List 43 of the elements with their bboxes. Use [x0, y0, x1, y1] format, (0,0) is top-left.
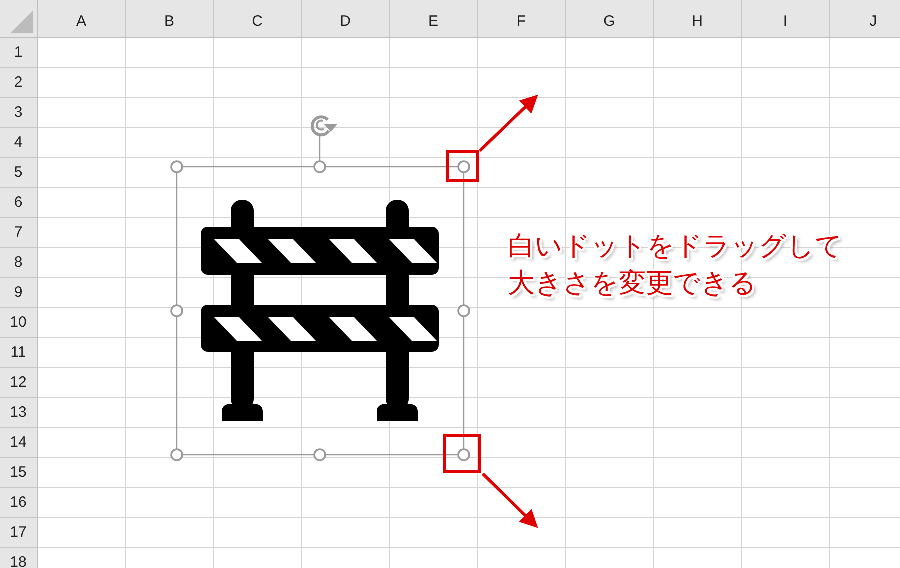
- column-header[interactable]: A: [38, 0, 126, 38]
- row-header[interactable]: 13: [0, 398, 38, 428]
- column-header[interactable]: B: [126, 0, 214, 38]
- row-header[interactable]: 8: [0, 248, 38, 278]
- row-header[interactable]: 5: [0, 158, 38, 188]
- resize-handle[interactable]: [170, 448, 184, 462]
- resize-handle[interactable]: [458, 448, 470, 462]
- resize-handle[interactable]: [458, 160, 470, 174]
- row-header[interactable]: 6: [0, 188, 38, 218]
- resize-handle[interactable]: [314, 160, 326, 174]
- row-header[interactable]: 7: [0, 218, 38, 248]
- callout-text: 白いドットをドラッグして大きさを変更できる: [508, 230, 844, 301]
- row-header[interactable]: 9: [0, 278, 38, 308]
- column-header[interactable]: H: [654, 0, 742, 38]
- column-header[interactable]: C: [214, 0, 302, 38]
- resize-handle[interactable]: [458, 304, 470, 318]
- column-header[interactable]: I: [742, 0, 830, 38]
- row-header[interactable]: 11: [0, 338, 38, 368]
- column-header[interactable]: D: [302, 0, 390, 38]
- row-header[interactable]: 18: [0, 548, 38, 568]
- row-header[interactable]: 15: [0, 458, 38, 488]
- column-header[interactable]: F: [478, 0, 566, 38]
- row-header[interactable]: 3: [0, 98, 38, 128]
- column-header[interactable]: G: [566, 0, 654, 38]
- row-header[interactable]: 10: [0, 308, 38, 338]
- row-header[interactable]: 14: [0, 428, 38, 458]
- row-header[interactable]: 4: [0, 128, 38, 158]
- highlight-frame: [446, 150, 480, 182]
- column-header[interactable]: J: [830, 0, 900, 38]
- arrow: [482, 472, 538, 528]
- resize-handle[interactable]: [170, 160, 184, 174]
- barricade-icon: [201, 200, 439, 421]
- rotate-handle-icon[interactable]: [310, 116, 338, 137]
- row-header[interactable]: 1: [0, 38, 38, 68]
- row-header[interactable]: 2: [0, 68, 38, 98]
- row-header[interactable]: 16: [0, 488, 38, 518]
- highlight-frame: [444, 434, 482, 474]
- arrow: [478, 94, 538, 152]
- column-header[interactable]: E: [390, 0, 478, 38]
- resize-handle[interactable]: [170, 304, 184, 318]
- row-header[interactable]: 12: [0, 368, 38, 398]
- resize-handle[interactable]: [314, 448, 326, 462]
- row-header[interactable]: 17: [0, 518, 38, 548]
